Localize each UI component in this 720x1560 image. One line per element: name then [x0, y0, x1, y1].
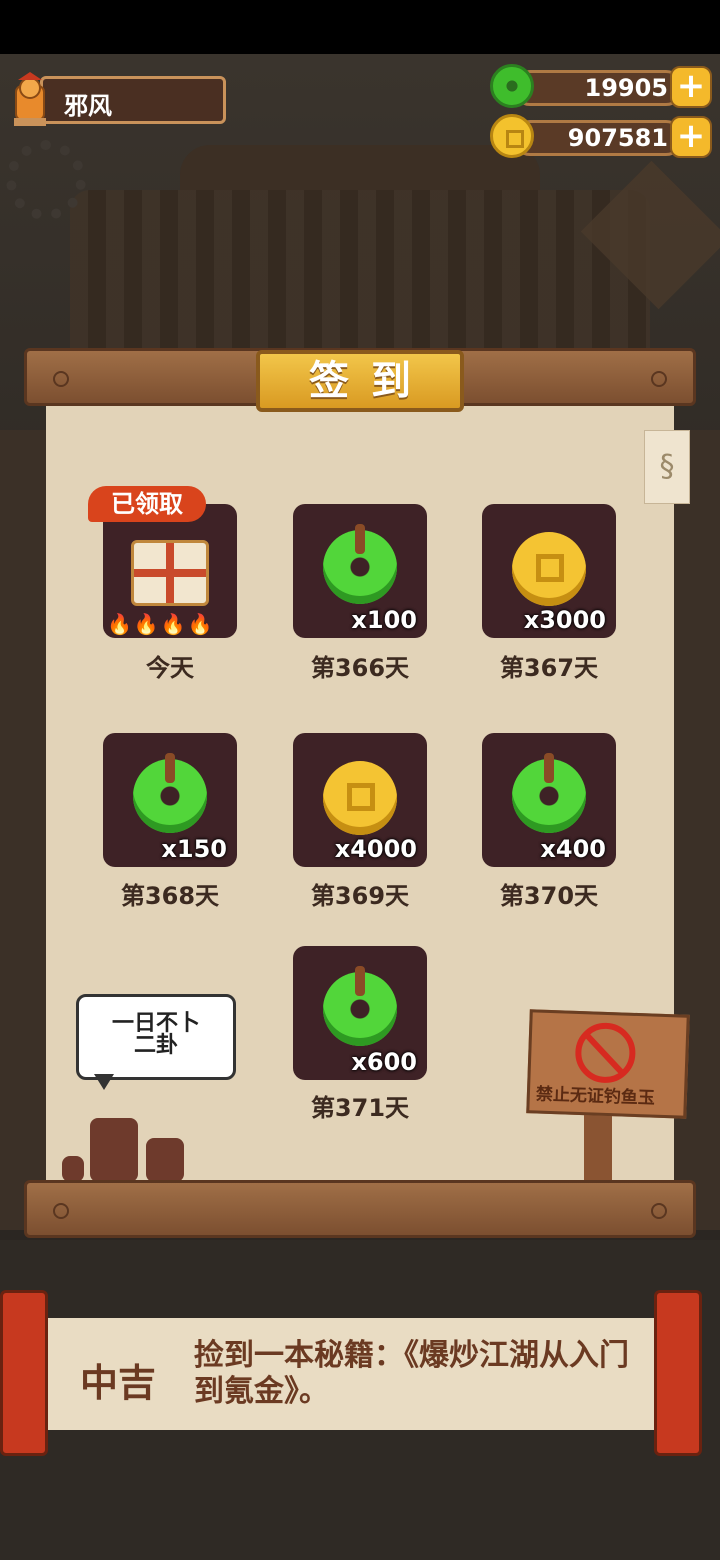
reward-tile-day-369[interactable]: x4000	[293, 733, 427, 867]
jade-icon	[133, 753, 207, 833]
day-label: 第370天	[499, 882, 599, 910]
nail	[651, 1203, 667, 1219]
reward-tile-day-367[interactable]: x3000	[482, 504, 616, 638]
warning-sign: 禁止无证钓鱼玉	[526, 1009, 690, 1119]
banner-roller-left	[0, 1290, 48, 1456]
gold-coin-icon	[512, 532, 586, 606]
banner-roller-right	[654, 1290, 702, 1456]
sign-post	[584, 1112, 612, 1182]
signin-title: 签到	[256, 350, 464, 412]
day-label: 今天	[146, 654, 194, 682]
gold-coin-icon	[323, 761, 397, 835]
reward-amount: x3000	[523, 606, 606, 634]
jade-currency: 19905 +	[490, 64, 712, 110]
jar-icon	[146, 1138, 184, 1182]
reward-tile-day-371[interactable]: x600	[293, 946, 427, 1080]
speech-bubble-tail	[94, 1074, 114, 1090]
claimed-badge: 已领取	[88, 486, 206, 522]
close-tag-icon[interactable]: §	[644, 430, 690, 504]
temple-roof	[70, 190, 650, 360]
stall-left	[0, 430, 50, 1230]
jade-icon	[512, 753, 586, 833]
avatar-icon[interactable]	[8, 72, 54, 128]
scroll-bottom-bar	[24, 1180, 696, 1238]
day-label: 第366天	[310, 654, 410, 682]
status-bar	[0, 0, 720, 54]
bubble-line-2: 二卦	[133, 1033, 178, 1058]
player-profile[interactable]: 邪风	[8, 72, 226, 128]
bubble-line-1: 一日不卜	[111, 1011, 200, 1036]
jar-icon	[62, 1156, 84, 1182]
day-label: 第367天	[499, 654, 599, 682]
sign-text: 禁止无证钓鱼玉	[535, 1084, 656, 1109]
jade-icon	[323, 966, 397, 1046]
gold-amount: 907581	[567, 124, 668, 152]
jar-icon	[90, 1118, 138, 1182]
jade-icon	[323, 524, 397, 604]
day-label: 第369天	[310, 882, 410, 910]
add-gold-button[interactable]: +	[670, 116, 712, 158]
reward-tile-day-366[interactable]: x100	[293, 504, 427, 638]
reward-amount: x100	[351, 606, 417, 634]
flame-icons: 🔥🔥🔥🔥	[107, 612, 215, 636]
reward-tile-today[interactable]: 🔥🔥🔥🔥	[103, 504, 237, 638]
nail	[53, 371, 69, 387]
day-label: 第368天	[120, 882, 220, 910]
nail	[53, 1203, 69, 1219]
reward-amount: x600	[351, 1048, 417, 1076]
gold-coin-icon	[490, 114, 534, 158]
reward-tile-day-370[interactable]: x400	[482, 733, 616, 867]
jade-amount: 19905	[584, 74, 669, 102]
nail	[651, 371, 667, 387]
reward-amount: x400	[540, 835, 606, 863]
fortune-text: 捡到一本秘籍：《爆炒江湖从入门到氪金》。	[194, 1338, 629, 1409]
add-jade-button[interactable]: +	[670, 66, 712, 108]
settings-gear-icon[interactable]	[6, 140, 86, 220]
gold-currency: 907581 +	[490, 114, 712, 160]
jade-coin-icon	[490, 64, 534, 108]
fortune-level: 中吉	[80, 1361, 157, 1405]
prohibited-icon	[574, 1021, 637, 1084]
reward-amount: x4000	[334, 835, 417, 863]
reward-tile-day-368[interactable]: x150	[103, 733, 237, 867]
speech-bubble: 一日不卜 二卦	[76, 994, 236, 1080]
reward-amount: x150	[161, 835, 227, 863]
gift-icon	[131, 540, 209, 606]
player-name: 邪风	[64, 92, 112, 120]
day-label: 第371天	[310, 1094, 410, 1122]
